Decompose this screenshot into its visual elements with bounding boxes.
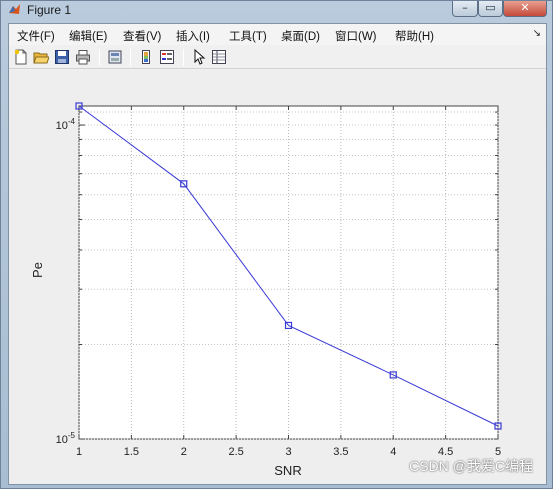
toolbar-separator <box>183 49 184 66</box>
property-inspector-icon[interactable] <box>211 49 227 65</box>
figure-canvas: 1 1.5 2 2.5 3 3.5 4 4.5 5 10-4 10-5 SNR Pe CSDN @… <box>9 70 546 484</box>
figure-window: Figure 1 – ▭ ✕ 文件(F) 编辑(E) 查看(V) 插入(I) 工… <box>0 0 553 489</box>
toolbar <box>9 46 546 69</box>
print-preview-icon[interactable] <box>107 49 123 65</box>
matlab-icon <box>8 3 21 16</box>
y-tick-label: 10-5 <box>56 431 76 446</box>
menu-bar: 文件(F) 编辑(E) 查看(V) 插入(I) 工具(T) 桌面(D) 窗口(W… <box>9 24 546 45</box>
csdn-watermark: CSDN @我爱C编程 <box>409 458 533 474</box>
insert-legend-icon[interactable] <box>159 49 175 65</box>
edit-plot-cursor-icon[interactable] <box>191 48 207 65</box>
y-tick-label: 10-4 <box>56 117 76 132</box>
new-figure-icon[interactable] <box>13 49 29 65</box>
toolbar-separator <box>99 49 100 66</box>
x-tick-label: 2 <box>181 446 187 458</box>
y-axis-label: Pe <box>30 262 45 278</box>
toolbar-separator <box>130 49 131 66</box>
print-icon[interactable] <box>75 49 91 65</box>
x-tick-label: 2.5 <box>228 446 243 458</box>
x-tick-label: 3.5 <box>333 446 348 458</box>
x-axis-label: SNR <box>274 463 301 478</box>
save-icon[interactable] <box>54 49 70 65</box>
figure-client-area: 文件(F) 编辑(E) 查看(V) 插入(I) 工具(T) 桌面(D) 窗口(W… <box>8 23 547 485</box>
window-title: Figure 1 <box>27 3 72 17</box>
x-tick-label: 4 <box>390 446 396 458</box>
menu-help[interactable]: 帮助(H) <box>395 28 434 44</box>
menu-view[interactable]: 查看(V) <box>123 28 161 44</box>
menu-desktop[interactable]: 桌面(D) <box>281 28 320 44</box>
insert-colorbar-icon[interactable] <box>138 49 154 65</box>
menu-insert[interactable]: 插入(I) <box>176 28 210 44</box>
x-tick-label: 1.5 <box>124 446 139 458</box>
menu-file[interactable]: 文件(F) <box>17 28 55 44</box>
menu-overflow-arrow-icon[interactable]: ↘ <box>533 28 541 39</box>
menu-tools[interactable]: 工具(T) <box>229 28 267 44</box>
menu-window[interactable]: 窗口(W) <box>335 28 377 44</box>
x-tick-label: 1 <box>76 446 82 458</box>
x-tick-label: 3 <box>285 446 291 458</box>
minimize-button[interactable]: – <box>452 1 478 17</box>
maximize-button[interactable]: ▭ <box>478 1 503 17</box>
close-button[interactable]: ✕ <box>503 1 547 17</box>
plot-area <box>78 105 499 440</box>
menu-edit[interactable]: 编辑(E) <box>69 28 107 44</box>
line-chart[interactable]: 1 1.5 2 2.5 3 3.5 4 4.5 5 10-410-5 SNR Pe <box>9 70 546 484</box>
title-bar[interactable]: Figure 1 – ▭ ✕ <box>1 1 552 19</box>
open-file-icon[interactable] <box>33 49 50 65</box>
